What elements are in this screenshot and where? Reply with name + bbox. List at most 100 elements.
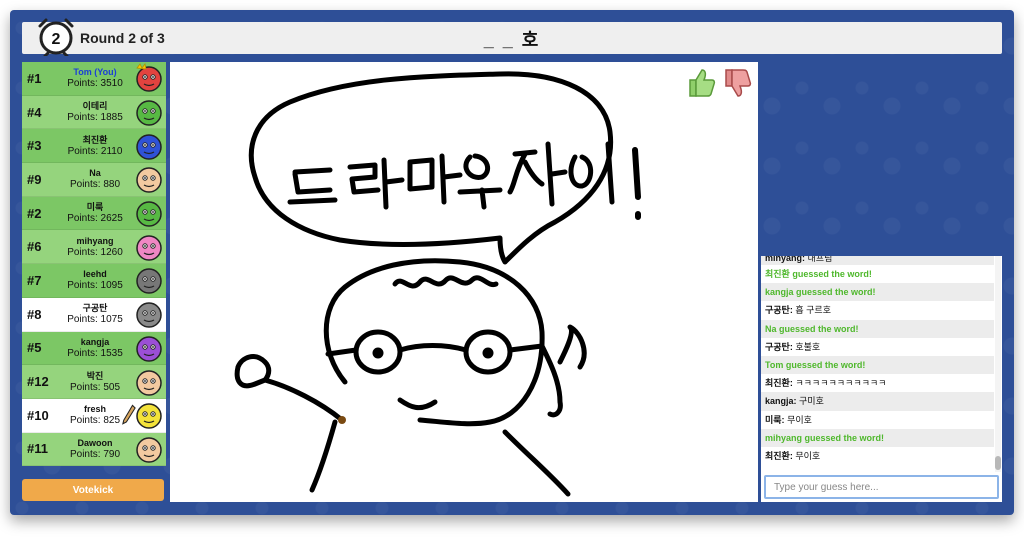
- player-points: Points: 1535: [67, 347, 123, 359]
- drawing-canvas[interactable]: 드라마 우쿠이 !: [170, 62, 758, 502]
- player-info: 이테리 Points: 1885: [56, 100, 134, 124]
- player-row[interactable]: #6 mihyang Points: 1260: [22, 230, 166, 265]
- player-name: 박진: [86, 370, 104, 381]
- player-name: 이테리: [82, 101, 108, 112]
- player-row[interactable]: #3 최진환 Points: 2110: [22, 129, 166, 164]
- chat-author: kangja guessed the word!: [765, 287, 876, 298]
- chat-author: 미룩:: [765, 414, 785, 425]
- chat-text: ㅋㅋㅋㅋㅋㅋㅋㅋㅋㅋㅋ: [795, 378, 887, 389]
- chat-author: Tom guessed the word!: [765, 359, 866, 370]
- player-rank: #12: [27, 374, 49, 390]
- player-name: kangja: [80, 336, 110, 347]
- player-info: Dawoon Points: 790: [56, 437, 134, 461]
- player-rank: #11: [27, 441, 48, 457]
- player-avatar: [136, 302, 162, 328]
- player-points: Points: 505: [69, 381, 121, 393]
- chat-scrollbar[interactable]: [995, 256, 1001, 472]
- thumbs-up-icon[interactable]: [686, 66, 716, 100]
- chat-message: mihyang: 내프림: [761, 256, 994, 265]
- chat-scroll-thumb[interactable]: [995, 456, 1001, 470]
- votekick-button[interactable]: Votekick: [22, 479, 164, 501]
- game-frame: 2 Round 2 of 3 _ _ 호 #1 Tom (You) Points: …: [10, 10, 1014, 515]
- chat-author: 최진환:: [765, 450, 793, 461]
- player-avatar: [136, 235, 162, 261]
- body-right: [502, 429, 571, 497]
- chat-message: 구공탄: 호불호: [761, 338, 994, 356]
- player-info: 박진 Points: 505: [56, 370, 134, 394]
- player-row[interactable]: #11 Dawoon Points: 790: [22, 432, 166, 467]
- chat-author: mihyang guessed the word!: [765, 432, 885, 443]
- chat-messages[interactable]: mihyang: 내프림 최진환 guessed the word! kangja…: [761, 256, 1002, 472]
- player-info: kangja Points: 1535: [56, 336, 134, 360]
- player-info: leehd Points: 1095: [56, 268, 134, 292]
- chat-message: Na guessed the word!: [761, 319, 994, 338]
- player-row[interactable]: #10 fresh Points: 825: [22, 398, 166, 433]
- player-rank: #2: [27, 205, 42, 221]
- player-avatar: [136, 403, 162, 429]
- player-info: Na Points: 880: [56, 167, 134, 191]
- chat-panel: mihyang: 내프림 최진환 guessed the word! kangja…: [761, 256, 1002, 502]
- player-info: mihyang Points: 1260: [56, 235, 134, 259]
- bubble-lettering: [287, 141, 641, 220]
- chat-message: 최진환: 무이호: [761, 447, 994, 465]
- body-left: [309, 419, 338, 493]
- player-info: 미룩 Points: 2625: [56, 201, 134, 225]
- player-info: Tom (You) Points: 3510: [56, 66, 134, 90]
- glasses: [325, 329, 545, 375]
- drawing: [234, 71, 641, 497]
- chat-text: 호불호: [795, 341, 821, 352]
- chat-message: 최진환: ㅋㅋㅋㅋㅋㅋㅋㅋㅋㅋㅋ: [761, 374, 994, 392]
- player-rank: #5: [27, 340, 42, 356]
- player-avatar: [136, 336, 162, 362]
- chat-author: 최진환:: [765, 378, 793, 389]
- chat-list: mihyang: 내프림 최진환 guessed the word! kangja…: [761, 256, 994, 465]
- player-info: 최진환 Points: 2110: [56, 134, 134, 158]
- player-name: mihyang: [76, 235, 114, 246]
- player-points: Points: 790: [69, 448, 121, 460]
- chat-text: 내프림: [807, 256, 833, 263]
- guess-input[interactable]: [764, 475, 999, 499]
- chat-message: kangja: 구미호: [761, 392, 994, 411]
- player-name: 미룩: [86, 202, 104, 213]
- chat-message: 구공탄: 흡 구르호: [761, 301, 994, 319]
- player-row[interactable]: #2 미룩 Points: 2625: [22, 196, 166, 231]
- player-avatar: [136, 100, 162, 126]
- chat-author: 구공탄:: [765, 305, 793, 316]
- thumbs-down-icon[interactable]: [722, 66, 752, 100]
- player-points: Points: 1075: [67, 314, 123, 326]
- chat-message: kangja guessed the word!: [761, 283, 994, 302]
- player-row[interactable]: #1 Tom (You) Points: 3510: [22, 62, 166, 96]
- player-name: 최진환: [82, 134, 108, 145]
- right-arm: [539, 324, 587, 418]
- player-points: Points: 2110: [67, 145, 123, 157]
- top-bar: 2 Round 2 of 3 _ _ 호: [22, 18, 1002, 56]
- player-row[interactable]: #5 kangja Points: 1535: [22, 331, 166, 366]
- chat-message: 최진환 guessed the word!: [761, 265, 994, 283]
- chat-text: 흡 구르호: [795, 305, 831, 316]
- player-row[interactable]: #12 박진 Points: 505: [22, 365, 166, 399]
- player-avatar: [136, 167, 162, 194]
- chat-message: mihyang guessed the word!: [761, 428, 994, 447]
- player-name: Na: [89, 168, 101, 179]
- player-row[interactable]: #8 구공탄 Points: 1075: [22, 297, 166, 332]
- player-row[interactable]: #9 Na Points: 880: [22, 163, 166, 197]
- player-name: Dawoon: [77, 437, 113, 448]
- player-avatar: [136, 201, 162, 227]
- chat-text: 무이호: [787, 414, 812, 425]
- player-row[interactable]: #7 leehd Points: 1095: [22, 264, 166, 298]
- left-arm: [234, 354, 345, 423]
- chat-author: mihyang:: [765, 256, 806, 263]
- player-avatar: [136, 369, 162, 396]
- player-rank: #8: [27, 306, 42, 322]
- player-avatar: [136, 133, 162, 160]
- chat-author: Na guessed the word!: [765, 323, 859, 334]
- player-rank: #9: [27, 171, 42, 187]
- hair: [392, 275, 499, 289]
- player-points: Points: 2625: [67, 213, 123, 225]
- player-row[interactable]: #4 이테리 Points: 1885: [22, 95, 166, 130]
- player-rank: #4: [27, 104, 42, 120]
- player-name: Tom (You): [73, 67, 117, 78]
- player-avatar: [136, 63, 162, 93]
- chat-message: Tom guessed the word!: [761, 355, 994, 375]
- player-rank: #3: [27, 138, 42, 154]
